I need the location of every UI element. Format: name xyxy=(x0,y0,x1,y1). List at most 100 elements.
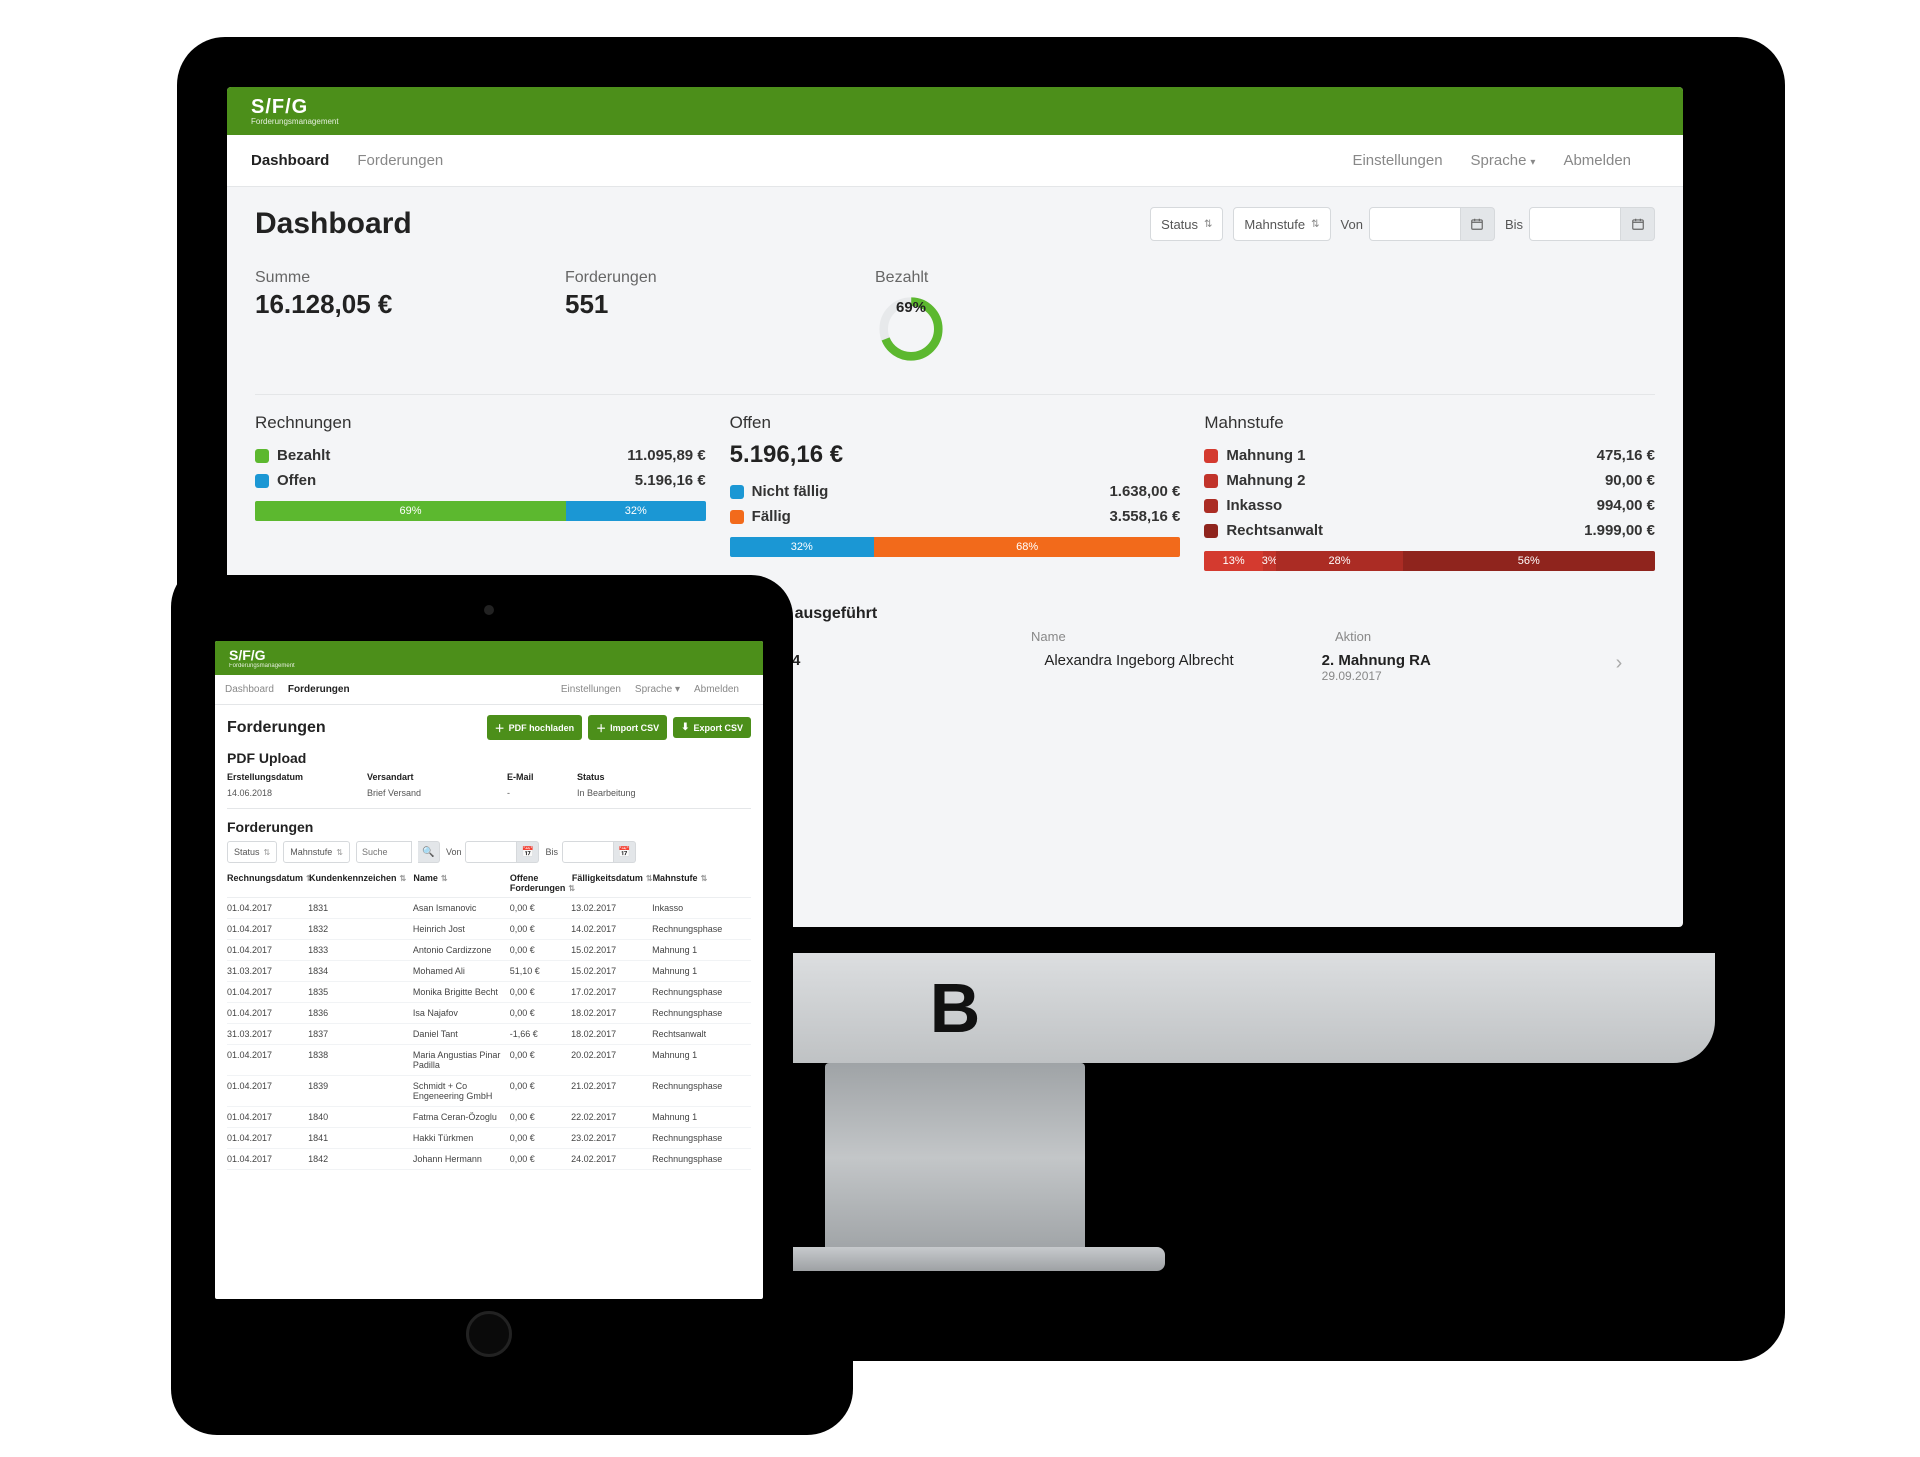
filter-mahnstufe[interactable]: Mahnstufe⇅ xyxy=(283,841,350,863)
summe-value: 16.128,05 € xyxy=(255,289,565,320)
calendar-button-bis[interactable]: 📅 xyxy=(614,841,636,863)
nav-einstellungen[interactable]: Einstellungen xyxy=(561,684,621,695)
sort-icon: ⇅ xyxy=(336,848,343,857)
tablet-camera xyxy=(484,605,494,615)
legend-swatch-green xyxy=(255,449,269,463)
plus-icon: ＋ xyxy=(596,720,606,735)
filter-von: Von 📅 xyxy=(446,841,540,863)
table-row[interactable]: 01.04.20171833Antonio Cardizzone0,00 €15… xyxy=(227,940,751,961)
summe-label: Summe xyxy=(255,269,565,287)
device-logo: B xyxy=(930,968,981,1048)
upload-row: 14.06.2018 Brief Versand - In Bearbeitun… xyxy=(227,788,751,798)
brand-bar: S/F/G Forderungsmanagement xyxy=(215,641,763,675)
nav-dashboard[interactable]: Dashboard xyxy=(251,152,329,169)
sort-icon: ⇅ xyxy=(701,874,708,883)
filter-bis: Bis 📅 xyxy=(545,841,636,863)
chevron-down-icon: ▾ xyxy=(1530,157,1535,168)
von-input[interactable] xyxy=(465,841,517,863)
panel-offen: Offen 5.196,16 € Nicht fällig 1.638,00 €… xyxy=(730,413,1181,571)
table-body: 01.04.20171831Asan Ismanovic0,00 €13.02.… xyxy=(227,898,751,1170)
panel-mahnstufe: Mahnstufe Mahnung 1 475,16 € Mahnung 2 9… xyxy=(1204,413,1655,571)
bis-input[interactable] xyxy=(1529,207,1621,241)
nav-dashboard[interactable]: Dashboard xyxy=(225,684,274,695)
table-row[interactable]: 01.04.20171841Hakki Türkmen0,00 €23.02.2… xyxy=(227,1128,751,1149)
page-title: Dashboard xyxy=(255,207,1140,241)
search-input[interactable] xyxy=(356,841,412,863)
filter-status[interactable]: Status⇅ xyxy=(1150,207,1223,241)
table-row[interactable]: 01.04.20171836Isa Najafov0,00 €18.02.201… xyxy=(227,1003,751,1024)
main-nav: Dashboard Forderungen Einstellungen Spra… xyxy=(227,135,1683,187)
brand-tagline: Forderungsmanagement xyxy=(251,117,339,126)
offen-sum: 5.196,16 € xyxy=(730,441,1181,469)
table-row[interactable]: 01.04.20171842Johann Hermann0,00 €24.02.… xyxy=(227,1149,751,1170)
table-row[interactable]: 01.04.20171840Fatma Ceran-Özoglu0,00 €22… xyxy=(227,1107,751,1128)
legend-swatch-orange xyxy=(730,510,744,524)
sort-icon: ⇅ xyxy=(400,874,407,883)
table-row[interactable]: 31.03.20171837Daniel Tant-1,66 €18.02.20… xyxy=(227,1024,751,1045)
table-header: Rechnungsdatum⇅ Kundenkennzeichen⇅ Name⇅… xyxy=(227,873,751,898)
download-icon: ⬇ xyxy=(681,722,689,733)
main-nav: Dashboard Forderungen Einstellungen Spra… xyxy=(215,675,763,705)
tablet-home-button[interactable] xyxy=(466,1311,512,1357)
brand-bar: S/F/G Forderungsmanagement xyxy=(227,87,1683,135)
legend-swatch-red xyxy=(1204,499,1218,513)
recent-aktion: 2. Mahnung RA 29.09.2017 xyxy=(1322,652,1599,683)
list-section-title: Forderungen xyxy=(227,819,751,835)
offen-bar-chart: 32% 68% xyxy=(730,537,1181,557)
filter-status[interactable]: Status⇅ xyxy=(227,841,277,863)
sort-icon: ⇅ xyxy=(1311,219,1319,230)
nav-einstellungen[interactable]: Einstellungen xyxy=(1352,152,1442,169)
import-csv-button[interactable]: ＋Import CSV xyxy=(588,715,667,740)
nav-abmelden[interactable]: Abmelden xyxy=(1563,152,1631,169)
legend-swatch-red xyxy=(1204,474,1218,488)
chevron-right-icon[interactable]: › xyxy=(1599,652,1639,675)
bis-input[interactable] xyxy=(562,841,614,863)
brand-logo: S/F/G xyxy=(251,96,308,118)
nav-sprache[interactable]: Sprache▾ xyxy=(1471,152,1536,169)
calendar-icon xyxy=(1470,217,1484,231)
calendar-button-von[interactable]: 📅 xyxy=(517,841,539,863)
page-title: Forderungen xyxy=(227,719,481,737)
bezahlt-pct: 69% xyxy=(875,299,947,316)
rechnungen-bar-chart: 69% 32% xyxy=(255,501,706,521)
filter-von: Von xyxy=(1341,207,1495,241)
sort-icon: ⇅ xyxy=(646,874,653,883)
table-row[interactable]: 01.04.20171832Heinrich Jost0,00 €14.02.2… xyxy=(227,919,751,940)
forderungen-value: 551 xyxy=(565,289,875,320)
tablet-device: S/F/G Forderungsmanagement Dashboard For… xyxy=(185,575,793,1375)
search-button[interactable]: 🔍 xyxy=(418,841,440,863)
filter-bis: Bis xyxy=(1505,207,1655,241)
recent-forderung: 2444 xyxy=(767,652,1044,683)
table-row[interactable]: 01.04.20171835Monika Brigitte Becht0,00 … xyxy=(227,982,751,1003)
calendar-button-von[interactable] xyxy=(1461,207,1495,241)
von-input[interactable] xyxy=(1369,207,1461,241)
sort-icon: ⇅ xyxy=(441,874,448,883)
bezahlt-label: Bezahlt xyxy=(875,269,1185,287)
calendar-button-bis[interactable] xyxy=(1621,207,1655,241)
search-icon: 🔍 xyxy=(422,847,434,858)
pdf-upload-button[interactable]: ＋PDF hochladen xyxy=(487,715,583,740)
upload-section-title: PDF Upload xyxy=(227,750,751,766)
nav-abmelden[interactable]: Abmelden xyxy=(694,684,739,695)
nav-forderungen[interactable]: Forderungen xyxy=(357,152,443,169)
table-row[interactable]: 01.04.20171839Schmidt + Co Engeneering G… xyxy=(227,1076,751,1107)
legend-swatch-red xyxy=(1204,524,1218,538)
filter-mahnstufe[interactable]: Mahnstufe⇅ xyxy=(1233,207,1330,241)
nav-sprache[interactable]: Sprache ▾ xyxy=(635,684,680,695)
calendar-icon xyxy=(1631,217,1645,231)
sort-icon: ⇅ xyxy=(1204,219,1212,230)
nav-forderungen[interactable]: Forderungen xyxy=(288,684,350,695)
legend-swatch-blue xyxy=(730,485,744,499)
legend-swatch-red xyxy=(1204,449,1218,463)
table-row[interactable]: 01.04.20171831Asan Ismanovic0,00 €13.02.… xyxy=(227,898,751,919)
forderungen-label: Forderungen xyxy=(565,269,875,287)
export-csv-button[interactable]: ⬇Export CSV xyxy=(673,717,751,738)
table-row[interactable]: 01.04.20171838Maria Angustias Pinar Padi… xyxy=(227,1045,751,1076)
legend-swatch-blue xyxy=(255,474,269,488)
plus-icon: ＋ xyxy=(495,720,505,735)
brand-tagline: Forderungsmanagement xyxy=(229,663,295,669)
brand-logo: S/F/G xyxy=(229,647,266,663)
table-row[interactable]: 31.03.20171834Mohamed Ali51,10 €15.02.20… xyxy=(227,961,751,982)
panel-rechnungen: Rechnungen Bezahlt 11.095,89 € Offen 5.1… xyxy=(255,413,706,571)
tablet-screen: S/F/G Forderungsmanagement Dashboard For… xyxy=(215,641,763,1299)
